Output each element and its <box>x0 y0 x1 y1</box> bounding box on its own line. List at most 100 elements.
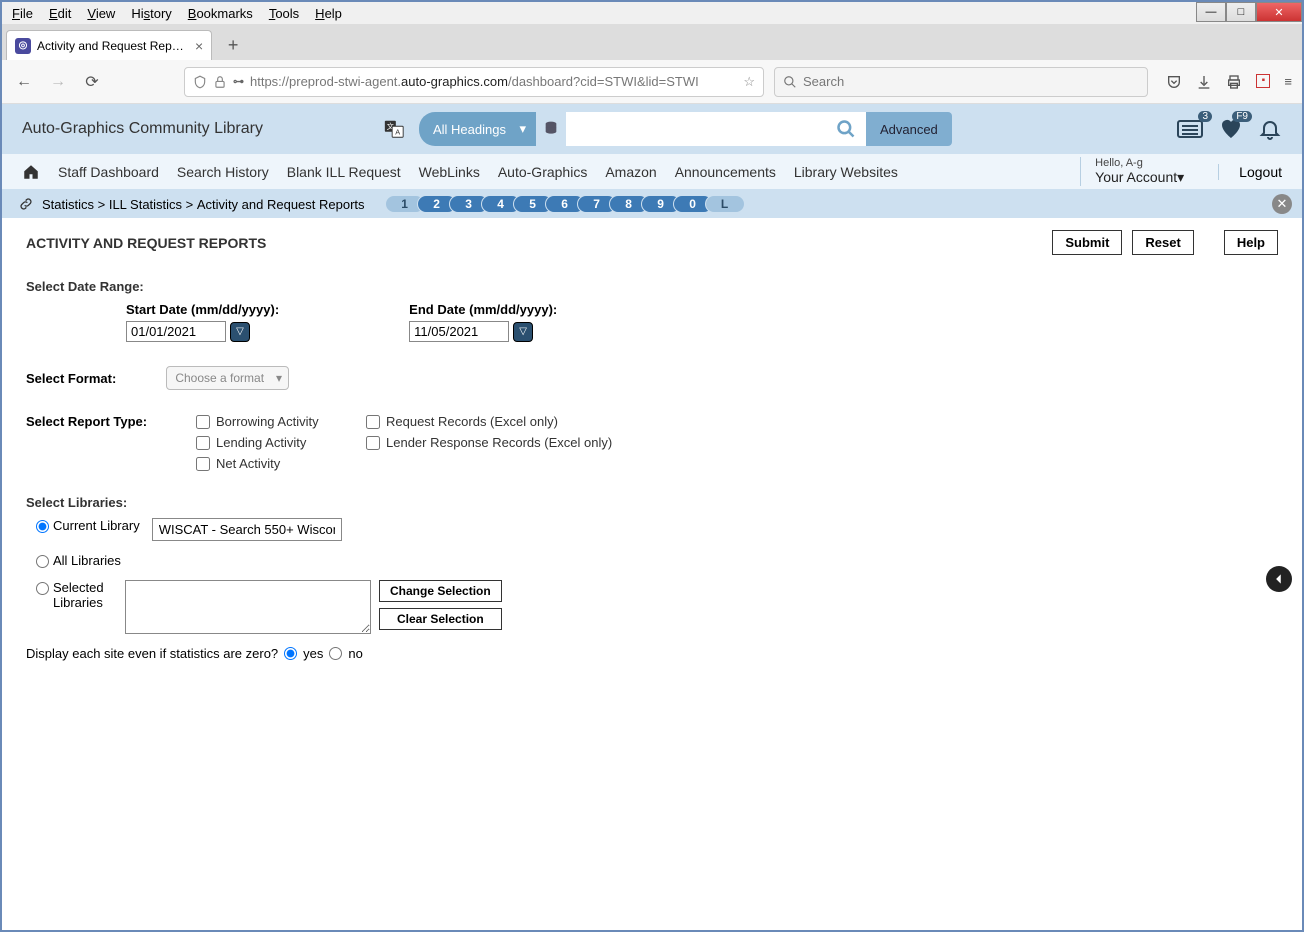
end-date-input[interactable] <box>409 321 509 342</box>
back-button[interactable]: ← <box>12 70 36 94</box>
forward-button[interactable]: → <box>46 70 70 94</box>
maximize-button[interactable]: □ <box>1226 2 1256 22</box>
reload-button[interactable]: ⟳ <box>80 70 104 94</box>
reset-button[interactable]: Reset <box>1132 230 1193 255</box>
page-content: ACTIVITY AND REQUEST REPORTS Submit Rese… <box>2 218 1302 673</box>
radio-current-library[interactable] <box>36 520 49 533</box>
nav-announcements[interactable]: Announcements <box>675 164 776 180</box>
end-date-calendar-button[interactable]: ▽ <box>513 322 533 342</box>
main-nav: Staff Dashboard Search History Blank ILL… <box>2 154 1302 190</box>
clear-selection-button[interactable]: Clear Selection <box>379 608 502 630</box>
radio-selected-libraries[interactable] <box>36 582 49 595</box>
checkbox-lending[interactable]: Lending Activity <box>196 435 346 450</box>
pill-l[interactable]: L <box>705 195 745 213</box>
selected-libraries-textarea[interactable] <box>125 580 371 634</box>
no-label: no <box>348 646 362 661</box>
shield-icon <box>193 75 207 89</box>
start-date-input[interactable] <box>126 321 226 342</box>
account-block: Hello, A-g Your Account▾ Logout <box>1080 157 1282 186</box>
checkbox-request-records[interactable]: Request Records (Excel only) <box>366 414 626 429</box>
search-cluster: 文A All Headings Advanced <box>383 112 952 146</box>
side-panel-toggle[interactable] <box>1266 566 1292 592</box>
submit-button[interactable]: Submit <box>1052 230 1122 255</box>
menu-edit[interactable]: Edit <box>41 4 79 23</box>
your-account-menu[interactable]: Hello, A-g Your Account▾ <box>1080 157 1198 186</box>
close-breadcrumb-button[interactable]: ✕ <box>1272 194 1292 214</box>
advanced-search-button[interactable]: Advanced <box>866 112 952 146</box>
notifications-button[interactable] <box>1258 117 1282 141</box>
crumb-activity-reports: Activity and Request Reports <box>197 197 365 212</box>
nav-staff-dashboard[interactable]: Staff Dashboard <box>58 164 159 180</box>
url-bar[interactable]: ⊶ https://preprod-stwi-agent.auto-graphi… <box>184 67 764 97</box>
menu-bookmarks[interactable]: Bookmarks <box>180 4 261 23</box>
menu-view[interactable]: View <box>79 4 123 23</box>
format-select[interactable]: Choose a format ▾ <box>166 366 289 390</box>
browser-menubar: File Edit View History Bookmarks Tools H… <box>2 2 1302 24</box>
start-date-calendar-button[interactable]: ▽ <box>230 322 250 342</box>
catalog-search-input[interactable] <box>566 112 826 146</box>
current-library-label: Current Library <box>53 518 140 533</box>
pocket-icon[interactable] <box>1166 74 1182 90</box>
list-button[interactable]: 3 <box>1176 117 1204 141</box>
catalog-search-button[interactable] <box>826 112 866 146</box>
close-window-button[interactable]: ✕ <box>1256 2 1302 22</box>
favorites-button[interactable]: F9 <box>1218 117 1244 141</box>
tab-close-icon[interactable]: × <box>195 38 203 54</box>
app-header: Auto-Graphics Community Library 文A All H… <box>2 104 1302 154</box>
downloads-icon[interactable] <box>1196 74 1212 90</box>
tab-favicon-icon: ◎ <box>15 38 31 54</box>
checkbox-lender-response[interactable]: Lender Response Records (Excel only) <box>366 435 626 450</box>
nav-auto-graphics[interactable]: Auto-Graphics <box>498 164 587 180</box>
menu-tools[interactable]: Tools <box>261 4 307 23</box>
new-tab-button[interactable]: + <box>218 30 248 60</box>
header-icons: 3 F9 <box>1176 117 1282 141</box>
crumb-ill-statistics[interactable]: ILL Statistics <box>109 197 182 212</box>
database-icon[interactable] <box>536 120 566 138</box>
menu-help[interactable]: Help <box>307 4 350 23</box>
radio-all-libraries[interactable] <box>36 555 49 568</box>
home-icon[interactable] <box>22 163 40 181</box>
select-report-type-label: Select Report Type: <box>26 414 166 471</box>
select-format-label: Select Format: <box>26 371 116 386</box>
menu-file[interactable]: File <box>4 4 41 23</box>
list-badge: 3 <box>1198 111 1212 122</box>
checkbox-borrowing[interactable]: Borrowing Activity <box>196 414 346 429</box>
browser-search-box[interactable]: Search <box>774 67 1148 97</box>
breadcrumb-row: Statistics > ILL Statistics > Activity a… <box>2 190 1302 218</box>
menu-history[interactable]: History <box>123 4 179 23</box>
headings-dropdown[interactable]: All Headings <box>419 112 536 146</box>
radio-zero-no[interactable] <box>329 647 342 660</box>
nav-weblinks[interactable]: WebLinks <box>419 164 480 180</box>
end-date-label: End Date (mm/dd/yyyy): <box>409 302 557 317</box>
extension-icon[interactable]: ▪ <box>1256 74 1270 88</box>
chevron-down-icon: ▾ <box>1177 169 1184 185</box>
search-icon <box>783 75 797 89</box>
link-icon <box>18 196 34 212</box>
selected-libraries-label: Selected Libraries <box>53 580 113 610</box>
nav-library-websites[interactable]: Library Websites <box>794 164 898 180</box>
page-title: ACTIVITY AND REQUEST REPORTS <box>26 235 266 251</box>
number-pills: 1 2 3 4 5 6 7 8 9 0 L <box>385 195 737 213</box>
radio-zero-yes[interactable] <box>284 647 297 660</box>
change-selection-button[interactable]: Change Selection <box>379 580 502 602</box>
menu-icon[interactable]: ≡ <box>1284 74 1292 90</box>
tab-title: Activity and Request Reports | S <box>37 39 187 53</box>
crumb-statistics[interactable]: Statistics <box>42 197 94 212</box>
translate-icon[interactable]: 文A <box>383 118 405 140</box>
lock-icon <box>213 75 227 89</box>
nav-blank-ill[interactable]: Blank ILL Request <box>287 164 401 180</box>
logout-link[interactable]: Logout <box>1218 164 1282 180</box>
select-date-range-label: Select Date Range: <box>26 279 1278 294</box>
checkbox-net-activity[interactable]: Net Activity <box>196 456 346 471</box>
bookmark-star-icon[interactable]: ☆ <box>743 74 755 90</box>
help-button[interactable]: Help <box>1224 230 1278 255</box>
zero-stats-question: Display each site even if statistics are… <box>26 646 278 661</box>
nav-amazon[interactable]: Amazon <box>605 164 656 180</box>
browser-toolbar-icons: ▪ ≡ <box>1166 74 1292 90</box>
current-library-input[interactable] <box>152 518 342 541</box>
url-text: https://preprod-stwi-agent.auto-graphics… <box>250 74 699 89</box>
minimize-button[interactable]: — <box>1196 2 1226 22</box>
print-icon[interactable] <box>1226 74 1242 90</box>
browser-tab[interactable]: ◎ Activity and Request Reports | S × <box>6 30 212 60</box>
nav-search-history[interactable]: Search History <box>177 164 269 180</box>
